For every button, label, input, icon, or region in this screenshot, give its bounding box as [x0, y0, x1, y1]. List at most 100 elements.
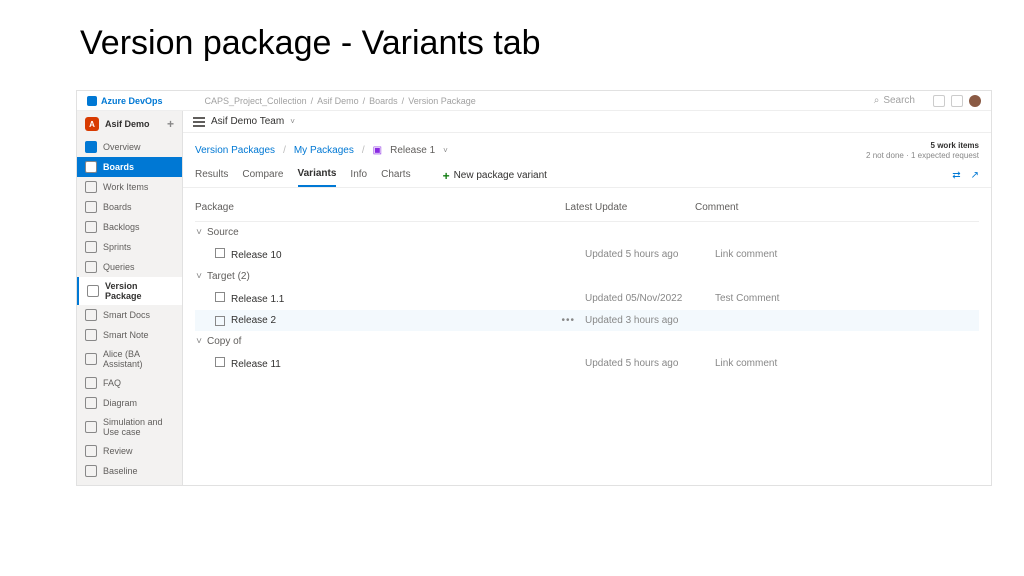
nav-item-label: Queries [103, 262, 135, 272]
nav-item-label: FAQ [103, 378, 121, 388]
work-items-count: 5 work items [866, 141, 979, 151]
team-name[interactable]: Asif Demo Team [211, 116, 284, 127]
group-source[interactable]: ˅ Source [195, 222, 979, 243]
backlogs-icon [85, 221, 97, 233]
nav-item-label: Diagram [103, 398, 137, 408]
breadcrumb: CAPS_Project_Collection/ Asif Demo/ Boar… [205, 96, 476, 106]
package-icon [215, 292, 225, 302]
row-updated: Updated 5 hours ago [585, 249, 715, 260]
team-row: Asif Demo Team ˅ [183, 111, 991, 133]
nav-work-items[interactable]: Work Items [77, 177, 182, 197]
group-label: Target (2) [207, 271, 250, 282]
nav-overview[interactable]: Overview [77, 137, 182, 157]
sim-icon [85, 421, 97, 433]
nav-item-label: Simulation and Use case [103, 417, 174, 437]
col-package: Package [195, 202, 565, 213]
alice-icon [85, 353, 97, 365]
nav-boards-page[interactable]: Boards [77, 197, 182, 217]
diagram-icon [85, 397, 97, 409]
chevron-down-icon: ˅ [195, 227, 203, 238]
avatar[interactable] [969, 95, 981, 107]
nav-item-label: Sprints [103, 242, 131, 252]
chevron-down-icon[interactable]: ˅ [443, 146, 448, 155]
tabs-row: Results Compare Variants Info Charts + N… [183, 160, 991, 188]
expand-icon[interactable]: ↗ [971, 170, 979, 181]
smartdocs-icon [85, 309, 97, 321]
plus-icon[interactable]: + [167, 117, 174, 131]
nav-item-label: Backlogs [103, 222, 140, 232]
chevron-down-icon[interactable]: ˅ [290, 117, 295, 126]
project-picker[interactable]: A Asif Demo + [77, 111, 182, 137]
new-variant-label: New package variant [454, 170, 547, 181]
project-name: Asif Demo [105, 119, 150, 129]
crumb-project[interactable]: Asif Demo [317, 96, 359, 106]
work-items-stats: 5 work items 2 not done · 1 expected req… [866, 141, 979, 160]
project-icon: A [85, 117, 99, 131]
boards-page-icon [85, 201, 97, 213]
nav-alice[interactable]: Alice (BA Assistant) [77, 345, 182, 373]
overview-icon [85, 141, 97, 153]
crumb-page[interactable]: Version Package [408, 96, 476, 106]
nav-item-label: Smart Note [103, 330, 149, 340]
tab-variants[interactable]: Variants [298, 164, 337, 187]
nav-review[interactable]: Review [77, 441, 182, 461]
nav-backlogs[interactable]: Backlogs [77, 217, 182, 237]
nav-sprints[interactable]: Sprints [77, 237, 182, 257]
product-logo[interactable]: Azure DevOps [87, 96, 163, 106]
nav-boards-section[interactable]: Boards [77, 157, 182, 177]
marketplace-icon[interactable] [933, 95, 945, 107]
nav-reporting[interactable]: Reporting [77, 481, 182, 486]
hamburger-icon[interactable] [193, 117, 205, 127]
nav-baseline[interactable]: Baseline [77, 461, 182, 481]
nav-simulation[interactable]: Simulation and Use case [77, 413, 182, 441]
product-name: Azure DevOps [101, 96, 163, 106]
azure-logo-icon [87, 96, 97, 106]
sprints-icon [85, 241, 97, 253]
link-my-packages[interactable]: My Packages [294, 145, 354, 156]
row-name: Release 10 [231, 250, 282, 261]
current-release[interactable]: Release 1 [390, 145, 435, 156]
group-target[interactable]: ˅ Target (2) [195, 266, 979, 287]
nav-smart-docs[interactable]: Smart Docs [77, 305, 182, 325]
tab-charts[interactable]: Charts [381, 165, 410, 186]
nav-item-label: Alice (BA Assistant) [103, 349, 174, 369]
related-icon[interactable]: ⇄ [952, 170, 960, 181]
tab-compare[interactable]: Compare [242, 165, 283, 186]
app-window: Azure DevOps CAPS_Project_Collection/ As… [76, 90, 992, 486]
nav-smart-note[interactable]: Smart Note [77, 325, 182, 345]
table-row[interactable]: Release 10 Updated 5 hours ago Link comm… [195, 243, 979, 266]
new-package-variant-button[interactable]: + New package variant [443, 169, 547, 183]
row-name: Release 1.1 [231, 294, 284, 305]
left-nav: A Asif Demo + Overview Boards Work Items… [77, 111, 183, 485]
more-actions-icon[interactable]: ••• [561, 315, 575, 326]
nav-queries[interactable]: Queries [77, 257, 182, 277]
nav-item-label: Boards [103, 202, 132, 212]
crumb-collection[interactable]: CAPS_Project_Collection [205, 96, 307, 106]
tab-results[interactable]: Results [195, 165, 228, 186]
table-row[interactable]: Release 1.1 Updated 05/Nov/2022 Test Com… [195, 287, 979, 310]
topbar: Azure DevOps CAPS_Project_Collection/ As… [77, 91, 991, 111]
reporting-icon [85, 485, 97, 486]
table-row-selected[interactable]: Release 2 ••• Updated 3 hours ago [195, 310, 979, 331]
faq-icon [85, 377, 97, 389]
row-updated: Updated 3 hours ago [585, 315, 715, 326]
group-copy-of[interactable]: ˅ Copy of [195, 331, 979, 352]
search-box[interactable]: ⌕ Search [874, 95, 915, 106]
package-icon [215, 316, 225, 326]
variants-grid: Package Latest Update Comment ˅ Source R… [183, 188, 991, 375]
row-name: Release 2 [231, 315, 276, 326]
baseline-icon [85, 465, 97, 477]
slide-title: Version package - Variants tab [0, 0, 1024, 77]
crumb-section[interactable]: Boards [369, 96, 398, 106]
tab-info[interactable]: Info [350, 165, 367, 186]
nav-boards-label: Boards [103, 162, 134, 172]
link-version-packages[interactable]: Version Packages [195, 145, 275, 156]
help-icon[interactable] [951, 95, 963, 107]
nav-version-package[interactable]: Version Package [77, 277, 182, 305]
chevron-down-icon: ˅ [195, 271, 203, 282]
nav-diagram[interactable]: Diagram [77, 393, 182, 413]
nav-faq[interactable]: FAQ [77, 373, 182, 393]
table-row[interactable]: Release 11 Updated 5 hours ago Link comm… [195, 352, 979, 375]
main-area: Asif Demo Team ˅ Version Packages / My P… [183, 111, 991, 485]
smartnote-icon [85, 329, 97, 341]
